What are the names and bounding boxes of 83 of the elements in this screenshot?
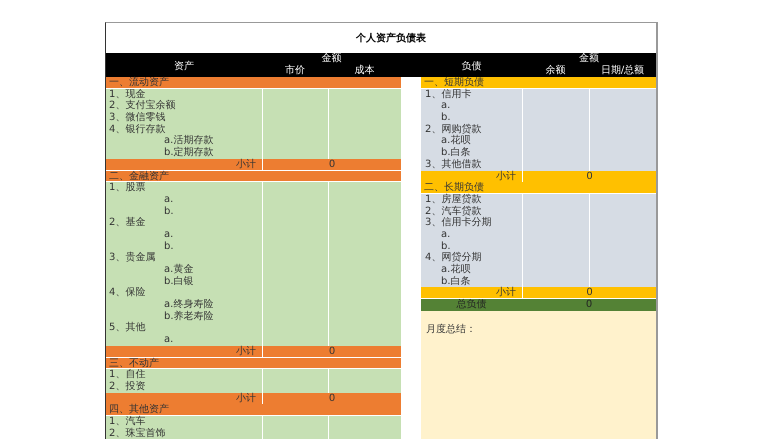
subtotal-value: 0 bbox=[262, 158, 401, 171]
row-label: 1、现金 bbox=[106, 88, 262, 100]
value-cell bbox=[262, 428, 328, 440]
row-label: b.白银 bbox=[106, 276, 262, 288]
row-label: a. bbox=[106, 194, 262, 206]
row-label: b. bbox=[106, 206, 262, 218]
total-value: 0 bbox=[522, 299, 656, 311]
subtotal-value: 0 bbox=[262, 346, 401, 358]
subtotal-label: 小计 bbox=[106, 392, 262, 405]
row-label: a. bbox=[421, 100, 522, 112]
value-cell bbox=[589, 276, 656, 288]
subtotal-value: 0 bbox=[522, 287, 656, 300]
value-cell bbox=[589, 88, 656, 100]
row-label: 3、信用卡分期 bbox=[421, 217, 522, 229]
row-label: a.花呗 bbox=[421, 264, 522, 276]
section-header: 一、流动资产 bbox=[106, 77, 401, 89]
value-cell bbox=[262, 416, 328, 428]
row-label: a. bbox=[106, 228, 262, 241]
value-cell bbox=[522, 276, 589, 288]
row-label: b. bbox=[421, 240, 522, 252]
value-cell bbox=[589, 158, 656, 171]
row-label: 4、银行存款 bbox=[106, 124, 262, 136]
column-heading: 市价 bbox=[285, 65, 305, 77]
value-cell bbox=[262, 88, 328, 100]
row-label: b.养老寿险 bbox=[106, 310, 262, 322]
row-label: 1、股票 bbox=[106, 182, 262, 194]
row-label: b.白条 bbox=[421, 276, 522, 288]
row-label: a. bbox=[421, 228, 522, 241]
value-cell bbox=[522, 158, 589, 171]
row-label: 2、支付宝余额 bbox=[106, 100, 262, 112]
row-label: 3、贵金属 bbox=[106, 252, 262, 264]
row-label: 2、汽车贷款 bbox=[421, 206, 522, 218]
row-label: 4、网贷分期 bbox=[421, 252, 522, 264]
subtotal-label: 小计 bbox=[421, 170, 522, 182]
subtotal-label: 小计 bbox=[106, 346, 262, 358]
row-label: 2、网购贷款 bbox=[421, 124, 522, 136]
value-cell bbox=[262, 380, 328, 393]
row-label: 1、汽车 bbox=[106, 416, 262, 428]
row-label: b. bbox=[106, 240, 262, 252]
total-label: 总负债 bbox=[421, 299, 522, 311]
row-label: 4、保险 bbox=[106, 287, 262, 300]
section-header: 二、长期负债 bbox=[421, 182, 656, 194]
section-header: 四、其他资产 bbox=[106, 404, 401, 416]
column-heading: 金额 bbox=[579, 53, 599, 65]
value-cell bbox=[262, 334, 328, 346]
value-cell bbox=[589, 194, 656, 206]
summary-label: 月度总结： bbox=[426, 324, 476, 335]
row-label: a.黄金 bbox=[106, 264, 262, 276]
row-label: 1、自住 bbox=[106, 369, 262, 381]
row-label: 1、房屋贷款 bbox=[421, 194, 522, 206]
row-label: a. bbox=[106, 334, 262, 346]
sheet-title: 个人资产负债表 bbox=[355, 32, 426, 45]
column-heading: 余额 bbox=[546, 65, 566, 77]
section-header: 三、不动产 bbox=[106, 358, 401, 370]
section-header: 二、金融资产 bbox=[106, 170, 401, 182]
row-label: 2、珠宝首饰 bbox=[106, 428, 262, 440]
value-cell bbox=[262, 147, 328, 159]
column-heading: 负债 bbox=[462, 61, 482, 73]
row-label: b.白条 bbox=[421, 147, 522, 159]
row-label: a.活期存款 bbox=[106, 135, 262, 148]
value-cell bbox=[262, 369, 328, 381]
row-label: 3、其他借款 bbox=[421, 158, 522, 171]
column-heading: 成本 bbox=[354, 65, 374, 77]
column-heading: 资产 bbox=[174, 61, 194, 73]
column-heading: 金额 bbox=[322, 53, 342, 65]
row-label: 2、投资 bbox=[106, 380, 262, 393]
row-label: 2、基金 bbox=[106, 217, 262, 229]
row-label: b.定期存款 bbox=[106, 147, 262, 159]
row-label: 3、微信零钱 bbox=[106, 112, 262, 124]
subtotal-value: 0 bbox=[262, 392, 401, 405]
row-label: 5、其他 bbox=[106, 322, 262, 334]
row-label: a.花呗 bbox=[421, 135, 522, 148]
row-label: b. bbox=[421, 112, 522, 124]
section-header: 一、短期负债 bbox=[421, 77, 656, 89]
subtotal-value: 0 bbox=[522, 170, 656, 182]
row-label: 1、信用卡 bbox=[421, 88, 522, 100]
column-heading: 日期/总额 bbox=[600, 65, 644, 77]
value-cell bbox=[522, 88, 589, 100]
value-cell bbox=[522, 194, 589, 206]
value-cell bbox=[262, 182, 328, 194]
row-label: a.终身寿险 bbox=[106, 299, 262, 311]
subtotal-label: 小计 bbox=[421, 287, 522, 300]
subtotal-label: 小计 bbox=[106, 158, 262, 171]
